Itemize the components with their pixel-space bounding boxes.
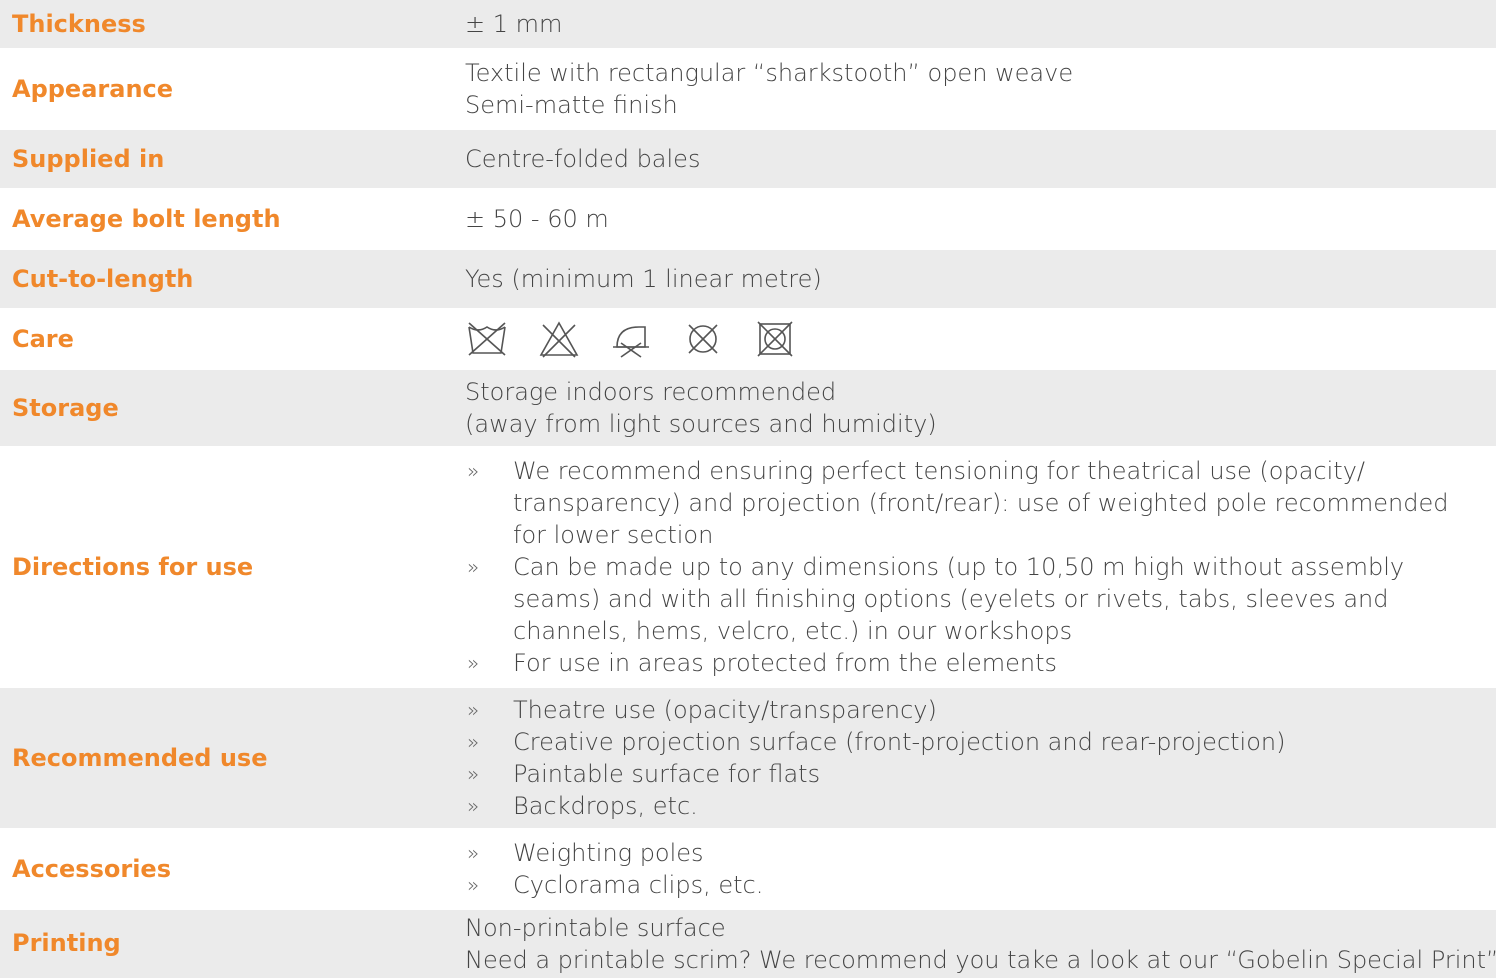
bullet-mark: » [467, 873, 480, 897]
row-cut-to-length: Cut-to-length Yes (minimum 1 linear metr… [0, 250, 1496, 310]
label-care: Care [12, 325, 74, 353]
row-care: Care [0, 310, 1496, 370]
bullet-text: Can be made up to any dimensions (up to … [513, 553, 1405, 581]
storage-line: (away from light sources and humidity) [465, 410, 937, 438]
label-appearance: Appearance [12, 75, 174, 103]
bullet-text: seams) and with all finishing options (e… [513, 585, 1389, 613]
list-item: » For use in areas protected from the el… [465, 647, 1496, 679]
value-supplied: Centre-folded bales [465, 145, 701, 173]
value-cut-to-length: Yes (minimum 1 linear metre) [465, 265, 822, 293]
label-directions: Directions for use [12, 553, 254, 581]
list-item: » Backdrops, etc. [465, 790, 1496, 822]
no-dry-clean-icon [688, 324, 718, 354]
no-wash-icon [468, 322, 506, 356]
bullet-mark: » [467, 651, 480, 675]
printing-line: Non-printable surface [465, 914, 726, 942]
row-accessories: Accessories » Weighting poles » Cyclorama … [0, 830, 1496, 910]
bullet-mark: » [467, 698, 480, 722]
row-directions: Directions for use » We recommend ensuri… [0, 448, 1496, 688]
list-item: » Weighting poles [465, 837, 1496, 869]
value-storage: Storage indoors recommended (away from l… [465, 376, 1496, 440]
spec-table: Thickness ± 1 mm Appearance Textile with… [0, 0, 1496, 980]
value-bolt-length: ± 50 - 60 m [465, 205, 609, 233]
value-appearance: Textile with rectangular “sharkstooth” o… [465, 57, 1496, 121]
label-thickness: Thickness [12, 10, 146, 38]
row-printing: Printing Non-printable surface Need a pr… [0, 910, 1496, 980]
list-item: » We recommend ensuring perfect tensioni… [465, 455, 1496, 551]
appearance-line: Textile with rectangular “sharkstooth” o… [465, 59, 1074, 87]
bullet-text: transparency) and projection (front/rear… [513, 489, 1449, 517]
list-item: » Paintable surface for flats [465, 758, 1496, 790]
bullet-text: channels, hems, velcro, etc.) in our wor… [513, 617, 1073, 645]
bullet-mark: » [467, 762, 480, 786]
bullet-mark: » [467, 794, 480, 818]
storage-line: Storage indoors recommended [465, 378, 837, 406]
list-item: » Creative projection surface (front-proj… [465, 726, 1496, 758]
label-storage: Storage [12, 394, 119, 422]
value-thickness: ± 1 mm [465, 10, 563, 38]
printing-line: Need a printable scrim? We recommend you… [465, 946, 1496, 974]
value-accessories: » Weighting poles » Cyclorama clips, etc. [465, 837, 1496, 901]
label-printing: Printing [12, 929, 121, 957]
no-iron-icon [613, 326, 649, 358]
row-appearance: Appearance Textile with rectangular “sha… [0, 50, 1496, 130]
row-storage: Storage Storage indoors recommended (awa… [0, 370, 1496, 448]
value-recommended-use: » Theatre use (opacity/transparency) » Cre… [465, 694, 1496, 822]
bullet-mark: » [467, 841, 480, 865]
list-item: » Cyclorama clips, etc. [465, 869, 1496, 901]
bullet-mark: » [467, 555, 480, 579]
value-care [465, 319, 1496, 359]
row-bolt-length: Average bolt length ± 50 - 60 m [0, 190, 1496, 250]
row-supplied: Supplied in Centre-folded bales [0, 130, 1496, 190]
label-recommended-use: Recommended use [12, 744, 268, 772]
bullet-mark: » [467, 730, 480, 754]
row-thickness: Thickness ± 1 mm [0, 0, 1496, 50]
value-printing: Non-printable surface Need a printable s… [465, 912, 1496, 976]
bullet-text: Theatre use (opacity/transparency) [513, 696, 937, 724]
list-item: » Can be made up to any dimensions (up t… [465, 551, 1496, 647]
appearance-line: Semi-matte finish [465, 91, 678, 119]
bullet-text: Backdrops, etc. [513, 792, 698, 820]
no-tumble-dry-icon [757, 321, 793, 357]
list-item: » Theatre use (opacity/transparency) [465, 694, 1496, 726]
label-cut-to-length: Cut-to-length [12, 265, 194, 293]
bullet-text: We recommend ensuring perfect tensioning… [513, 457, 1365, 485]
no-bleach-icon [539, 321, 579, 358]
label-supplied: Supplied in [12, 145, 165, 173]
bullet-text: For use in areas protected from the elem… [513, 649, 1058, 677]
bullet-text: for lower section [513, 521, 714, 549]
row-recommended-use: Recommended use » Theatre use (opacity/tr… [0, 688, 1496, 830]
value-directions: » We recommend ensuring perfect tensioni… [465, 455, 1496, 679]
bullet-text: Cyclorama clips, etc. [513, 871, 764, 899]
bullet-text: Weighting poles [513, 839, 704, 867]
label-accessories: Accessories [12, 855, 171, 883]
bullet-text: Creative projection surface (front-proje… [513, 728, 1286, 756]
bullet-text: Paintable surface for flats [513, 760, 821, 788]
bullet-mark: » [467, 459, 480, 483]
label-bolt-length: Average bolt length [12, 205, 281, 233]
